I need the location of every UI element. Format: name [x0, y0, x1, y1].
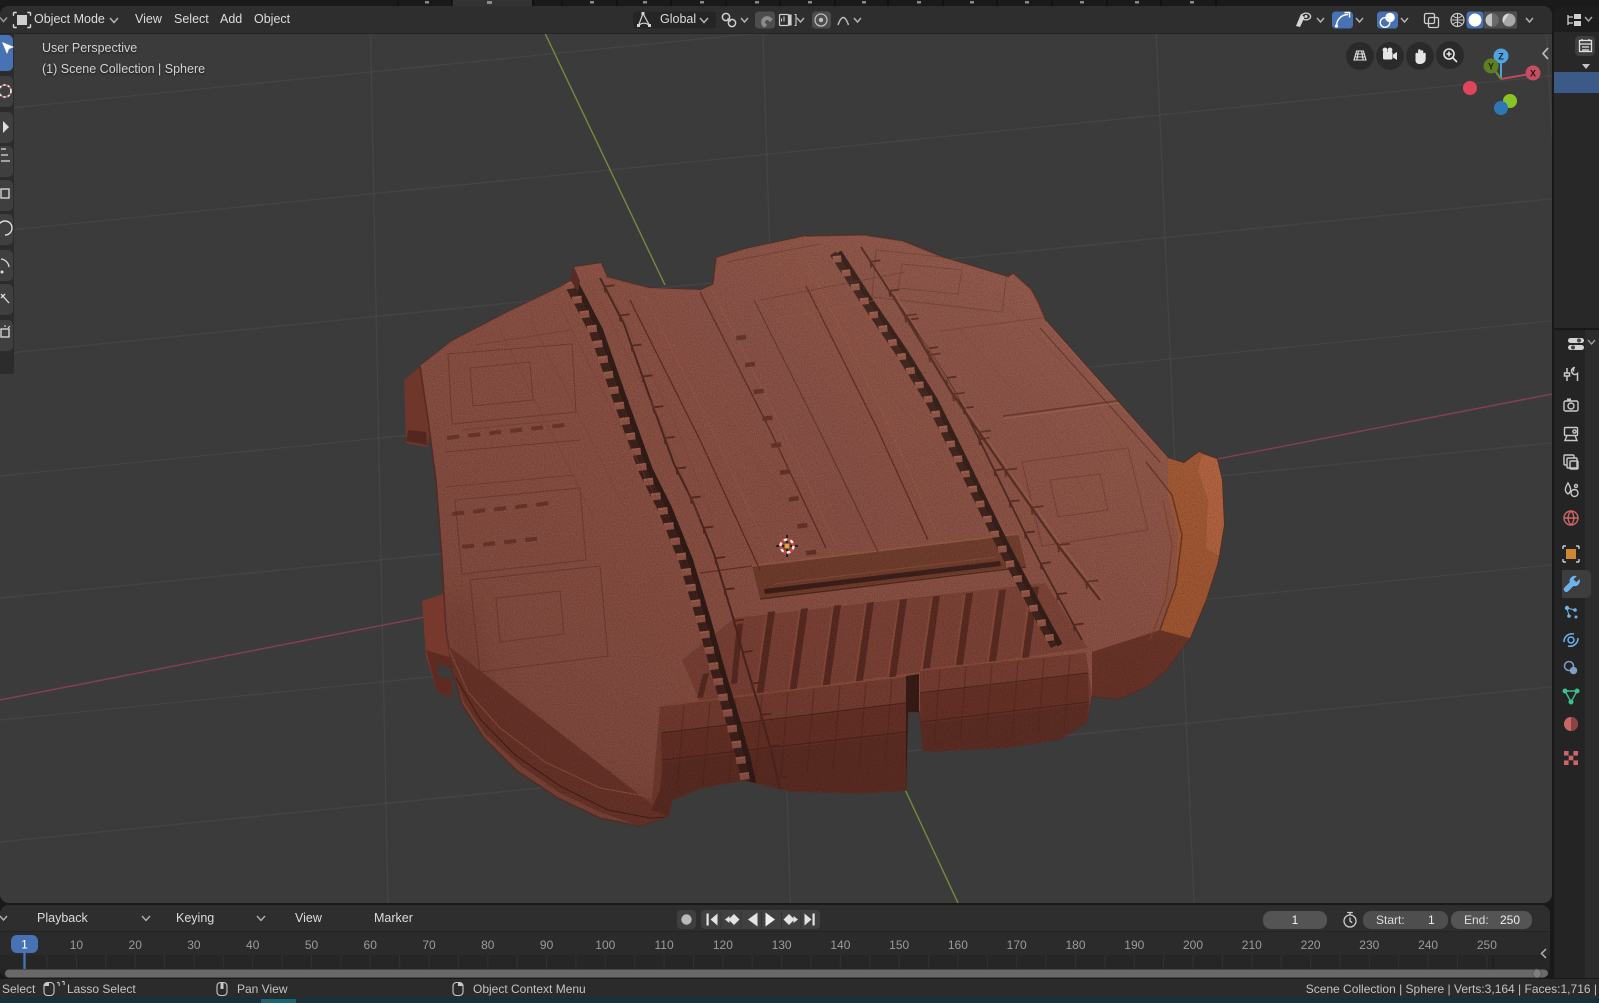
svg-text:Z: Z	[1498, 52, 1504, 62]
svg-text:Y: Y	[1488, 62, 1494, 72]
svg-text:240: 240	[1418, 938, 1438, 952]
svg-text:180: 180	[1065, 938, 1085, 952]
svg-text:Lasso Select: Lasso Select	[67, 982, 136, 996]
svg-text:50: 50	[305, 938, 319, 952]
svg-text:90: 90	[540, 938, 554, 952]
svg-text:200: 200	[1183, 938, 1203, 952]
svg-text:170: 170	[1007, 938, 1027, 952]
svg-text:40: 40	[246, 938, 260, 952]
svg-text:150: 150	[889, 938, 909, 952]
svg-text:130: 130	[772, 938, 792, 952]
svg-text:Select: Select	[2, 982, 36, 996]
svg-text:220: 220	[1301, 938, 1321, 952]
svg-text:Pan View: Pan View	[237, 982, 288, 996]
svg-text:1: 1	[1292, 913, 1299, 927]
svg-text:1: 1	[1428, 913, 1435, 927]
svg-text:Start:: Start:	[1376, 913, 1405, 927]
svg-text:250: 250	[1500, 913, 1520, 927]
svg-text:X: X	[1530, 69, 1536, 79]
svg-text:210: 210	[1242, 938, 1262, 952]
svg-text:End:: End:	[1464, 913, 1489, 927]
svg-text:Object Context Menu: Object Context Menu	[473, 982, 586, 996]
svg-text:120: 120	[713, 938, 733, 952]
svg-text:10: 10	[70, 938, 84, 952]
svg-text:250: 250	[1477, 938, 1497, 952]
svg-text:30: 30	[187, 938, 201, 952]
svg-text:190: 190	[1124, 938, 1144, 952]
svg-text:60: 60	[364, 938, 378, 952]
svg-text:110: 110	[655, 938, 674, 952]
svg-text:140: 140	[830, 938, 850, 952]
svg-text:160: 160	[948, 938, 968, 952]
svg-text:230: 230	[1359, 938, 1379, 952]
svg-text:80: 80	[481, 938, 495, 952]
svg-text:Scene Collection | Sphere | Ve: Scene Collection | Sphere | Verts:3,164 …	[1306, 982, 1597, 996]
svg-text:100: 100	[595, 938, 615, 952]
svg-text:1: 1	[21, 938, 28, 952]
svg-text:70: 70	[422, 938, 436, 952]
svg-text:20: 20	[129, 938, 143, 952]
